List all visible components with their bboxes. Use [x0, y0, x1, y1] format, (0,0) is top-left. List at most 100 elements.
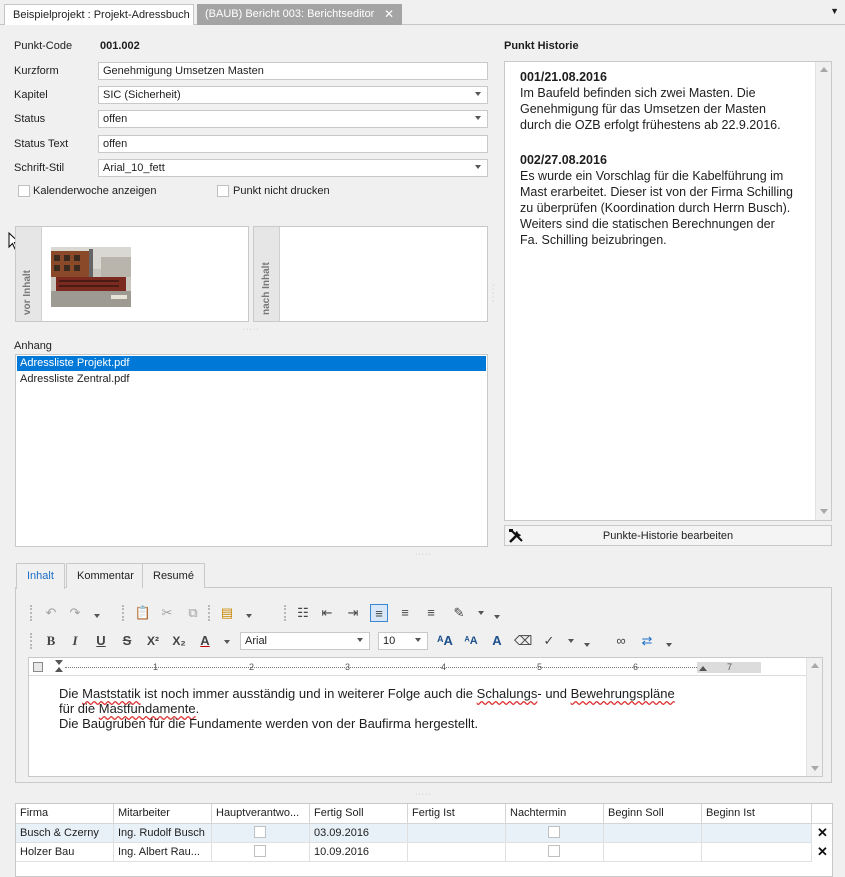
historie-bearbeiten-button[interactable]: Punkte-Historie bearbeiten — [504, 525, 832, 546]
table-cell[interactable] — [408, 824, 506, 843]
tab-resume[interactable]: Resumé — [142, 563, 205, 588]
table-cell[interactable] — [212, 843, 310, 862]
chevron-down-icon[interactable] — [666, 643, 672, 647]
kurzform-input[interactable]: Genehmigung Umsetzen Masten — [98, 62, 488, 80]
table-cell[interactable] — [702, 843, 812, 862]
chevron-down-icon[interactable] — [494, 615, 500, 619]
table-cell[interactable] — [506, 843, 604, 862]
chevron-down-icon[interactable] — [568, 639, 574, 643]
font-size-select[interactable]: 10 — [378, 632, 428, 650]
chevron-down-icon[interactable] — [94, 614, 100, 618]
column-header-beginn-soll[interactable]: Beginn Soll — [604, 804, 702, 824]
column-header-beginn-ist[interactable]: Beginn Ist — [702, 804, 812, 824]
bold-icon[interactable]: B — [42, 632, 60, 650]
column-header-fertig-soll[interactable]: Fertig Soll — [310, 804, 408, 824]
grow-font-icon[interactable]: ᴬA — [436, 632, 454, 650]
superscript-icon[interactable]: X² — [144, 632, 162, 650]
toolbar-grip[interactable] — [30, 605, 34, 621]
splitter-grip[interactable]: ····· — [243, 326, 260, 333]
ruler[interactable]: 1 2 3 4 5 6 7 — [29, 658, 806, 676]
column-header-fertig-ist[interactable]: Fertig Ist — [408, 804, 506, 824]
list-item[interactable]: Adressliste Zentral.pdf — [17, 372, 486, 387]
table-cell[interactable] — [702, 824, 812, 843]
table-cell[interactable]: Ing. Rudolf Busch — [114, 824, 212, 843]
table-cell[interactable]: Busch & Czerny — [16, 824, 114, 843]
chevron-down-icon[interactable] — [584, 643, 590, 647]
right-indent-marker-icon[interactable] — [699, 666, 707, 671]
vor-inhalt-box[interactable]: vor Inhalt — [15, 226, 249, 322]
chevron-down-icon[interactable] — [224, 640, 230, 644]
scroll-up-icon[interactable] — [820, 67, 828, 72]
chevron-down-icon[interactable] — [475, 92, 481, 96]
align-right-icon[interactable]: ≡ — [422, 604, 440, 622]
kalenderwoche-checkbox[interactable] — [18, 185, 30, 197]
strikethrough-icon[interactable]: S — [118, 632, 136, 650]
delete-row-icon[interactable]: ✕ — [817, 825, 828, 841]
anhang-list[interactable]: Adressliste Projekt.pdf Adressliste Zent… — [15, 354, 488, 547]
font-color-icon[interactable]: A — [196, 632, 214, 650]
indent-decrease-icon[interactable]: ⇤ — [318, 604, 336, 622]
find-icon[interactable]: ∞ — [612, 632, 630, 650]
chevron-down-icon[interactable] — [475, 165, 481, 169]
historie-text[interactable]: 001/21.08.2016 Im Baufeld befinden sich … — [504, 61, 832, 521]
historie-scrollbar[interactable] — [815, 62, 831, 520]
indent-marker-icon[interactable] — [55, 660, 63, 674]
tab-kommentar[interactable]: Kommentar — [66, 563, 145, 588]
underline-icon[interactable]: U — [92, 632, 110, 650]
firmen-grid[interactable]: Firma Mitarbeiter Hauptverantwo... Ferti… — [15, 803, 833, 877]
status-text-input[interactable]: offen — [98, 135, 488, 153]
table-cell[interactable]: Holzer Bau — [16, 843, 114, 862]
paste-special-icon[interactable]: ▤ — [218, 604, 236, 622]
table-cell[interactable] — [604, 843, 702, 862]
scroll-down-icon[interactable] — [820, 509, 828, 514]
chevron-down-icon[interactable] — [478, 611, 484, 615]
toolbar-grip[interactable] — [284, 605, 288, 621]
shrink-font-icon[interactable]: ᴬA — [462, 632, 480, 650]
kapitel-select[interactable]: SIC (Sicherheit) — [98, 86, 488, 104]
scroll-up-icon[interactable] — [811, 663, 819, 668]
copy-icon[interactable]: ⧉ — [184, 604, 202, 622]
undo-icon[interactable]: ↶ — [42, 604, 60, 622]
tab-projekt-adressbuch[interactable]: Beispielprojekt : Projekt-Adressbuch — [4, 4, 194, 25]
construction-photo-thumbnail[interactable] — [51, 247, 131, 307]
change-case-icon[interactable]: A — [488, 632, 506, 650]
list-bullets-icon[interactable]: ☷ — [294, 604, 312, 622]
table-cell[interactable] — [212, 824, 310, 843]
editor-scrollbar[interactable] — [806, 658, 822, 776]
nachtermin-checkbox[interactable] — [548, 826, 560, 838]
subscript-icon[interactable]: X₂ — [170, 632, 188, 650]
close-icon[interactable]: ✕ — [384, 7, 394, 21]
align-center-icon[interactable]: ≡ — [396, 604, 414, 622]
scroll-down-icon[interactable] — [811, 766, 819, 771]
highlight-icon[interactable]: ✎ — [450, 604, 468, 622]
nach-inhalt-box[interactable]: nach Inhalt — [253, 226, 488, 322]
spellcheck-icon[interactable]: ✓ — [540, 632, 558, 650]
splitter-grip[interactable]: ····· — [415, 551, 432, 558]
splitter-grip-vertical[interactable]: · · · · · — [492, 282, 498, 305]
tab-berichtseditor[interactable]: (BAUB) Bericht 003: Berichtseditor ✕ — [197, 4, 402, 25]
table-cell[interactable]: 10.09.2016 — [310, 843, 408, 862]
clear-format-icon[interactable]: ⌫ — [514, 632, 532, 650]
table-cell[interactable] — [408, 843, 506, 862]
toolbar-grip[interactable] — [122, 605, 126, 621]
align-left-icon[interactable]: ≡ — [370, 604, 388, 622]
toolbar-grip[interactable] — [30, 633, 34, 649]
font-name-select[interactable]: Arial — [240, 632, 370, 650]
column-header-mitarbeiter[interactable]: Mitarbeiter — [114, 804, 212, 824]
chevron-down-icon[interactable] — [475, 116, 481, 120]
column-header-firma[interactable]: Firma — [16, 804, 114, 824]
replace-icon[interactable]: ⇄ — [638, 632, 656, 650]
chevron-down-icon[interactable] — [246, 614, 252, 618]
redo-icon[interactable]: ↷ — [66, 604, 84, 622]
toolbar-grip[interactable] — [208, 605, 212, 621]
hauptverantwortlich-checkbox[interactable] — [254, 826, 266, 838]
table-cell[interactable]: Ing. Albert Rau... — [114, 843, 212, 862]
status-select[interactable]: offen — [98, 110, 488, 128]
italic-icon[interactable]: I — [66, 632, 84, 650]
schrift-stil-select[interactable]: Arial_10_fett — [98, 159, 488, 177]
list-item[interactable]: Adressliste Projekt.pdf — [17, 356, 486, 371]
chevron-down-icon[interactable] — [357, 638, 363, 642]
hauptverantwortlich-checkbox[interactable] — [254, 845, 266, 857]
delete-row-icon[interactable]: ✕ — [817, 844, 828, 860]
nachtermin-checkbox[interactable] — [548, 845, 560, 857]
